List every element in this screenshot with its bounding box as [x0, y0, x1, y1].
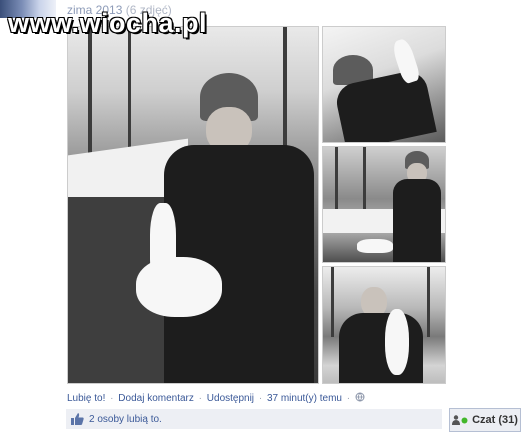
comment-link[interactable]: Dodaj komentarz	[118, 393, 194, 404]
post-actions: Lubię to! · Dodaj komentarz · Udostępnij…	[67, 392, 365, 404]
photo-thumb-1[interactable]	[322, 26, 446, 143]
chat-count: (31)	[498, 414, 518, 426]
photo-thumb-3[interactable]	[322, 266, 446, 384]
photo-tree	[331, 267, 334, 337]
photo-tree	[363, 147, 366, 217]
share-link[interactable]: Udostępnij	[207, 393, 254, 404]
photo-jacket	[339, 313, 423, 383]
photo-snow-sculpture	[385, 309, 409, 375]
photo-jacket	[393, 179, 441, 262]
separator: ·	[346, 393, 351, 404]
person-icon	[452, 415, 461, 425]
thumbs-up-icon	[71, 413, 84, 425]
likes-count-link[interactable]: 2 osoby lubią to.	[89, 414, 162, 425]
likes-bar: 2 osoby lubią to.	[66, 409, 442, 429]
chat-label: Czat	[472, 414, 496, 426]
photo-snow-sculpture	[357, 239, 393, 253]
photo-snow-sculpture-base	[136, 257, 222, 317]
photo-thumb-2[interactable]	[322, 146, 446, 263]
watermark-logo: www.wiocha.pl	[8, 8, 208, 38]
photo-main[interactable]	[67, 26, 319, 384]
online-dot-icon	[461, 417, 468, 423]
globe-icon[interactable]	[355, 392, 365, 402]
chat-button[interactable]: Czat (31)	[449, 408, 521, 432]
separator: ·	[198, 393, 202, 404]
separator: ·	[258, 393, 263, 404]
photo-tree	[427, 267, 430, 337]
like-link[interactable]: Lubię to!	[67, 393, 105, 404]
separator: ·	[110, 393, 114, 404]
timestamp-link[interactable]: 37 minut(y) temu	[267, 393, 342, 404]
photo-tree	[128, 27, 131, 157]
